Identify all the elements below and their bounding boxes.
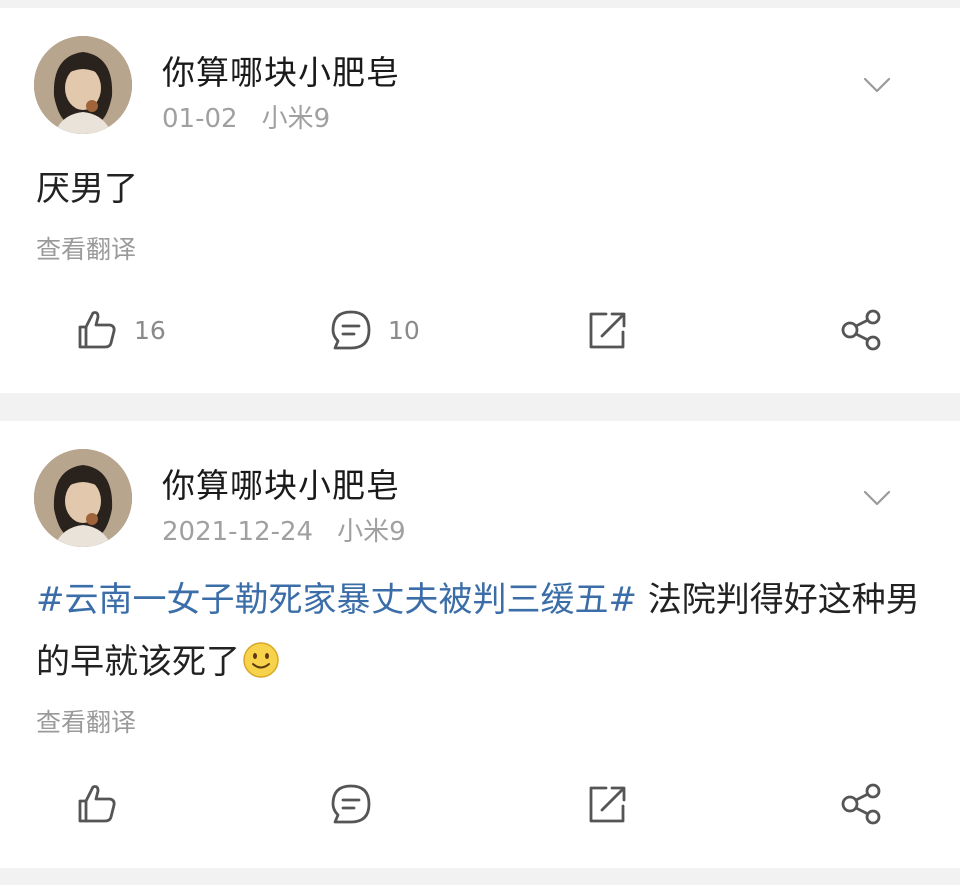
post-card: 你算哪块小肥皂 2021-12-24 小米9 #云南一女子勒死家暴丈夫被判三缓五#… [0,421,960,868]
repost-button[interactable] [584,774,630,834]
action-bar: 16 10 [0,300,960,360]
comment-button[interactable]: 10 [328,300,420,360]
weibo-feed: 你算哪块小肥皂 01-02 小米9 厌男了 查看翻译 16 10 你算哪块小肥皂… [0,0,960,885]
share-icon [841,783,881,825]
chevron-down-icon[interactable] [862,483,892,513]
share-icon [841,309,881,351]
translate-link[interactable]: 查看翻译 [36,230,136,266]
like-count: 16 [134,315,166,345]
post-meta: 2021-12-24 小米9 [162,511,406,548]
action-bar [0,774,960,834]
hashtag-link[interactable]: #云南一女子勒死家暴丈夫被判三缓五# [36,580,637,620]
repost-icon [589,312,626,349]
like-button[interactable] [74,774,120,834]
post-date: 01-02 [162,104,238,134]
post-text: #云南一女子勒死家暴丈夫被判三缓五# 法院判得好这种男的早就该死了 [36,569,930,693]
comment-icon [331,310,371,350]
avatar[interactable] [34,36,132,134]
chevron-down-icon[interactable] [862,70,892,100]
post-card: 你算哪块小肥皂 01-02 小米9 厌男了 查看翻译 16 10 [0,8,960,393]
username[interactable]: 你算哪块小肥皂 [162,46,400,94]
avatar[interactable] [34,449,132,547]
share-button[interactable] [838,774,884,834]
like-icon [78,785,116,823]
smile-emoji-icon [243,642,279,678]
like-button[interactable]: 16 [74,300,166,360]
share-button[interactable] [838,300,884,360]
post-text: 厌男了 [36,169,138,209]
translate-link[interactable]: 查看翻译 [36,703,136,739]
like-icon [78,311,116,349]
repost-button[interactable] [584,300,630,360]
username[interactable]: 你算哪块小肥皂 [162,459,400,507]
comment-count: 10 [388,315,420,345]
post-device: 小米9 [337,517,406,547]
post-device: 小米9 [261,104,331,134]
comment-button[interactable] [328,774,374,834]
post-date: 2021-12-24 [162,517,314,547]
comment-icon [331,784,371,824]
post-meta: 01-02 小米9 [162,98,330,135]
repost-icon [589,786,626,823]
